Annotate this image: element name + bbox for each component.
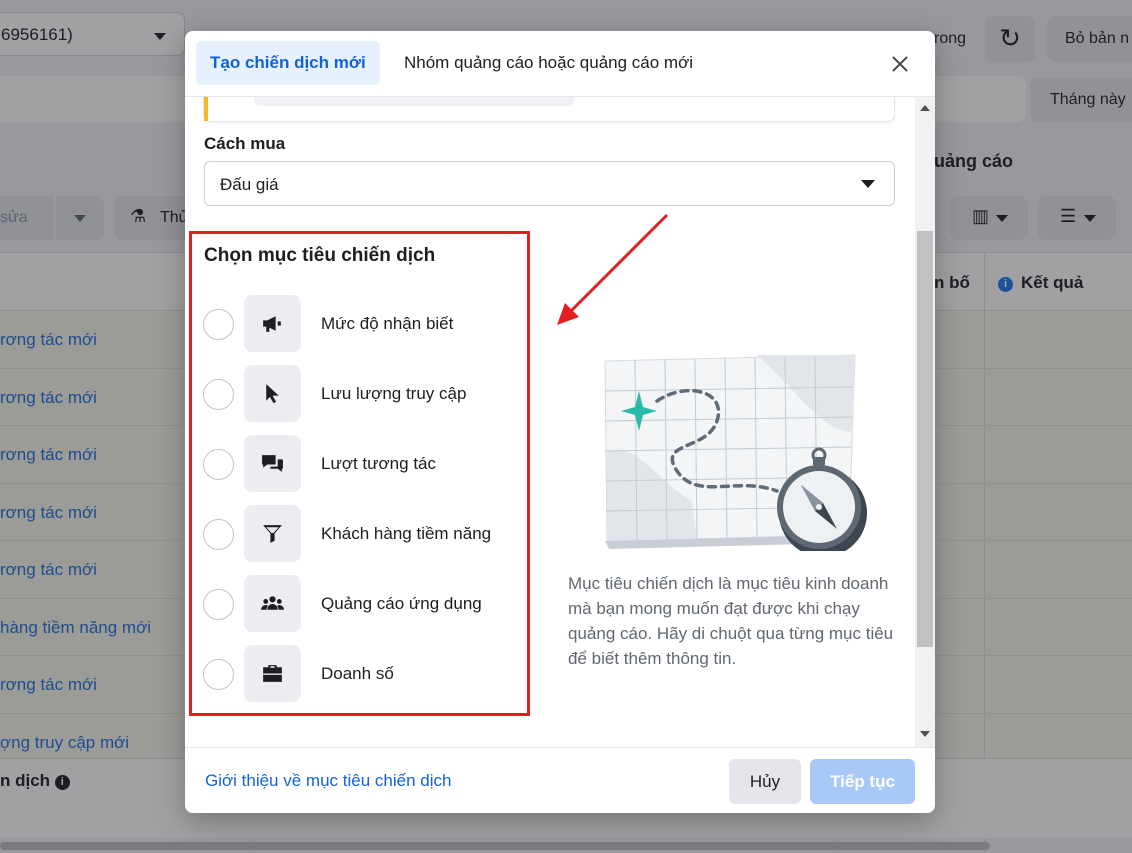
funnel-icon [263, 525, 282, 543]
previous-card [203, 97, 895, 122]
annotation-arrow [557, 213, 669, 325]
chat-bubbles-icon [262, 455, 283, 472]
create-campaign-dialog: Tạo chiến dịch mới Nhóm quảng cáo hoặc q… [185, 31, 935, 813]
objective-option-leads[interactable]: Khách hàng tiềm năng [203, 505, 513, 563]
about-objectives-link[interactable]: Giới thiệu về mục tiêu chiến dịch [205, 771, 451, 791]
close-icon[interactable] [885, 49, 915, 79]
briefcase-icon [263, 665, 282, 682]
tab-new-ad-set-or-ad[interactable]: Nhóm quảng cáo hoặc quảng cáo mới [390, 41, 707, 85]
objective-label: Lượt tương tác [321, 454, 436, 473]
cancel-button[interactable]: Hủy [729, 759, 801, 804]
radio-button[interactable] [203, 309, 234, 340]
scroll-up-icon[interactable] [920, 105, 930, 111]
dialog-footer: Giới thiệu về mục tiêu chiến dịch Hủy Ti… [185, 747, 935, 813]
buying-type-select[interactable]: Đấu giá [204, 161, 895, 206]
objective-title: Chọn mục tiêu chiến dịch [204, 245, 436, 266]
objective-option-sales[interactable]: Doanh số [203, 645, 513, 703]
radio-button[interactable] [203, 449, 234, 480]
people-icon [261, 596, 284, 610]
radio-button[interactable] [203, 589, 234, 620]
objective-description: Mục tiêu chiến dịch là mục tiêu kinh doa… [568, 574, 894, 668]
vertical-scrollbar[interactable] [915, 97, 935, 747]
cursor-icon [266, 384, 279, 404]
tab-new-campaign[interactable]: Tạo chiến dịch mới [196, 41, 380, 85]
radio-button[interactable] [203, 659, 234, 690]
radio-button[interactable] [203, 519, 234, 550]
map-compass-illustration [604, 354, 867, 551]
objective-label: Mức độ nhận biết [321, 314, 454, 333]
objective-label: Khách hàng tiềm năng [321, 524, 492, 543]
scroll-down-icon[interactable] [920, 731, 930, 737]
objective-label: Lưu lượng truy cập [321, 384, 467, 403]
objective-option-awareness[interactable]: Mức độ nhận biết [203, 295, 513, 353]
objective-label: Doanh số [321, 664, 394, 683]
scrollbar-thumb[interactable] [917, 231, 933, 647]
continue-button[interactable]: Tiếp tục [810, 759, 915, 804]
buying-type-value: Đấu giá [220, 175, 279, 194]
dialog-body: Cách mua Đấu giá Chọn mục tiêu chiến dịc… [185, 97, 935, 747]
dialog-tabs: Tạo chiến dịch mới Nhóm quảng cáo hoặc q… [185, 31, 935, 97]
objective-option-engagement[interactable]: Lượt tương tác [203, 435, 513, 493]
buying-type-label: Cách mua [204, 134, 286, 153]
megaphone-icon [263, 316, 281, 332]
chevron-down-icon [861, 180, 875, 188]
objective-label: Quảng cáo ứng dụng [321, 594, 482, 613]
objective-option-traffic[interactable]: Lưu lượng truy cập [203, 365, 513, 423]
objective-option-app-promotion[interactable]: Quảng cáo ứng dụng [203, 575, 513, 633]
radio-button[interactable] [203, 379, 234, 410]
